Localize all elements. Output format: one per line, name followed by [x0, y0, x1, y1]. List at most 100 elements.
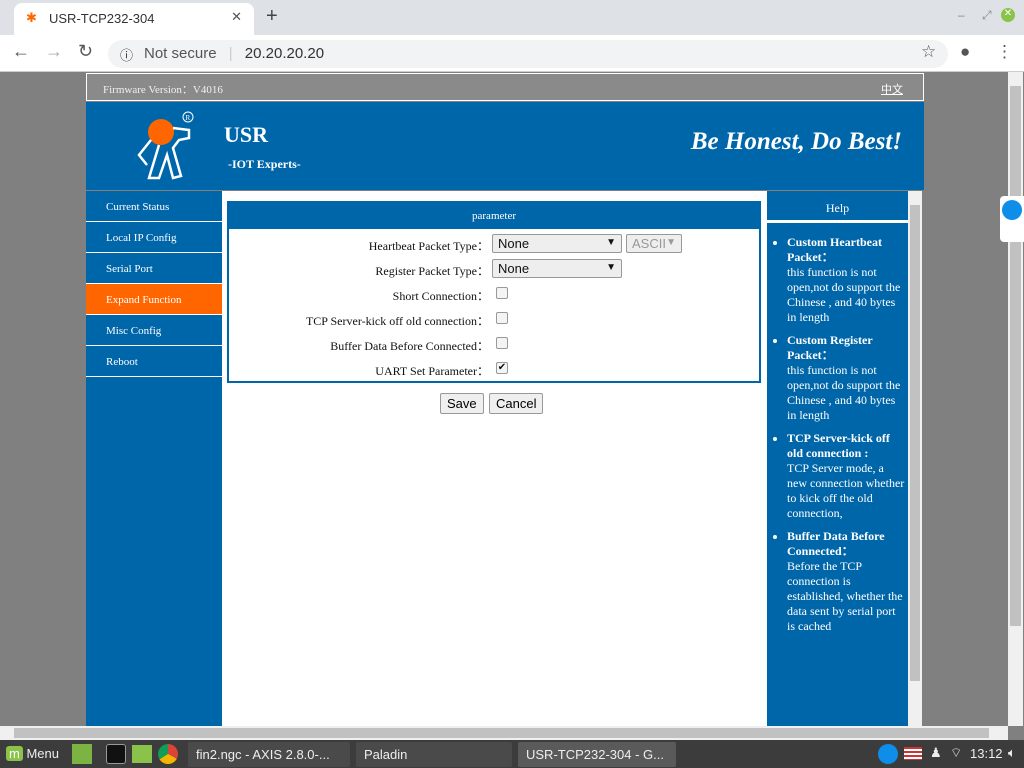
page-vertical-scrollbar[interactable] — [1008, 72, 1023, 726]
svg-text:R: R — [186, 114, 191, 122]
wifi-icon[interactable]: ⌔ — [950, 745, 962, 761]
heartbeat-value: None — [498, 236, 530, 251]
us-flag-icon[interactable] — [904, 747, 922, 760]
sidebar-item-serial-port[interactable]: Serial Port — [86, 253, 222, 284]
main-content: parameter Heartbeat Packet Type： None ▼ A… — [222, 191, 767, 727]
uart-row: UART Set Parameter： ✔ — [229, 358, 759, 380]
header-banner: R USR -IOT Experts- Be Honest, Do Best! — [86, 102, 924, 190]
usr-logo-icon: R — [137, 111, 194, 180]
task-label: USR-TCP232-304 - G... — [526, 747, 664, 762]
heartbeat-format-select[interactable]: ASCII ▼ — [626, 234, 682, 253]
help-scrollbar[interactable] — [908, 191, 922, 727]
help-item-text: this function is not open,not do support… — [787, 363, 901, 422]
security-label: Not secure — [144, 45, 217, 62]
help-panel: Help Custom Heartbeat Packet：this functi… — [767, 191, 908, 727]
url-field[interactable]: ⓘ Not secure | 20.20.20.20 — [108, 40, 948, 68]
help-item-title: Buffer Data Before Connected： — [787, 529, 885, 558]
task-paladin[interactable]: Paladin — [356, 742, 512, 767]
user-icon[interactable]: ♟ — [930, 745, 942, 761]
panel-title: parameter — [229, 203, 759, 229]
url-text: 20.20.20.20 — [244, 45, 325, 62]
help-title: Help — [767, 191, 908, 223]
mint-logo-icon: m — [6, 746, 23, 761]
favicon-icon: ✱ — [26, 10, 37, 25]
chrome-icon[interactable] — [158, 744, 178, 764]
clock[interactable]: 13:12 — [970, 746, 1003, 761]
language-link[interactable]: 中文 — [881, 81, 903, 97]
help-item: Buffer Data Before Connected：Before the … — [787, 529, 906, 634]
sidebar-item-current-status[interactable]: Current Status — [86, 191, 222, 222]
teamviewer-icon[interactable] — [878, 744, 898, 764]
heartbeat-row: Heartbeat Packet Type： None ▼ ASCII ▼ — [229, 233, 759, 255]
brand-tagline: -IOT Experts- — [228, 157, 301, 171]
register-row: Register Packet Type： None ▼ — [229, 258, 759, 280]
help-item-title: Custom Register Packet： — [787, 333, 873, 362]
forward-button[interactable]: → — [45, 41, 63, 62]
menu-button[interactable]: m Menu — [6, 746, 59, 761]
terminal-icon[interactable] — [106, 744, 126, 764]
close-tab-icon[interactable]: ✕ — [231, 9, 242, 25]
close-window-button[interactable]: ✕ — [1001, 8, 1015, 22]
menu-label: Menu — [26, 746, 59, 761]
parameter-panel: parameter Heartbeat Packet Type： None ▼ A… — [227, 201, 761, 383]
minimize-button[interactable]: – — [958, 8, 965, 22]
dropdown-arrow-icon: ▼ — [666, 237, 676, 248]
buffer-row: Buffer Data Before Connected： — [229, 333, 759, 355]
sidebar: Current Status Local IP Config Serial Po… — [86, 191, 222, 727]
dropdown-arrow-icon: ▼ — [606, 262, 616, 273]
sidebar-item-local-ip-config[interactable]: Local IP Config — [86, 222, 222, 253]
back-button[interactable]: ← — [12, 41, 30, 62]
menu-icon[interactable]: ⋮ — [996, 42, 1013, 62]
bookmark-star-icon[interactable]: ☆ — [921, 42, 936, 62]
tab-bar: ✱ USR-TCP232-304 ✕ + – ⤢ ✕ — [0, 0, 1024, 35]
taskbar: m Menu fin2.ngc - AXIS 2.8.0-... Paladin… — [0, 740, 1024, 768]
browser-tab[interactable]: ✱ USR-TCP232-304 ✕ — [14, 3, 254, 35]
help-item: Custom Register Packet：this function is … — [787, 333, 906, 423]
firmware-bar: Firmware Version：V4016 中文 — [86, 73, 924, 101]
info-icon: ⓘ — [120, 48, 134, 63]
short-connection-label: Short Connection： — [392, 289, 489, 303]
help-item: Custom Heartbeat Packet：this function is… — [787, 235, 906, 325]
task-label: fin2.ngc - AXIS 2.8.0-... — [196, 747, 330, 762]
files-icon[interactable] — [132, 745, 152, 763]
reload-button[interactable]: ↻ — [78, 41, 93, 62]
sidebar-item-reboot[interactable]: Reboot — [86, 346, 222, 377]
register-type-select[interactable]: None ▼ — [492, 259, 622, 278]
brand-name: USR — [224, 122, 269, 147]
dropdown-arrow-icon: ▼ — [606, 237, 616, 248]
short-connection-row: Short Connection： — [229, 283, 759, 305]
uart-label: UART Set Parameter： — [375, 364, 489, 378]
buffer-label: Buffer Data Before Connected： — [330, 339, 489, 353]
help-item-text: this function is not open,not do support… — [787, 265, 901, 324]
task-chrome[interactable]: USR-TCP232-304 - G... — [518, 742, 676, 767]
help-item-title: TCP Server-kick off old connection : — [787, 431, 890, 460]
cancel-button[interactable]: Cancel — [489, 393, 544, 414]
task-axis[interactable]: fin2.ngc - AXIS 2.8.0-... — [188, 742, 350, 767]
sidebar-item-expand-function[interactable]: Expand Function — [86, 284, 222, 315]
page-horizontal-scrollbar[interactable] — [0, 726, 1008, 740]
heartbeat-format-value: ASCII — [632, 236, 666, 251]
help-item: TCP Server-kick off old connection :TCP … — [787, 431, 906, 521]
profile-icon[interactable]: ● — [960, 42, 970, 62]
task-label: Paladin — [364, 747, 408, 762]
heartbeat-type-select[interactable]: None ▼ — [492, 234, 622, 253]
register-value: None — [498, 261, 530, 276]
short-connection-checkbox[interactable] — [496, 287, 508, 299]
help-item-text: TCP Server mode, a new connection whethe… — [787, 461, 905, 520]
tab-title: USR-TCP232-304 — [49, 11, 155, 26]
help-item-title: Custom Heartbeat Packet： — [787, 235, 882, 264]
firmware-version: Firmware Version：V4016 — [103, 84, 223, 96]
teamviewer-tab-icon[interactable] — [1000, 196, 1024, 242]
volume-icon[interactable]: 🔈︎ — [1008, 745, 1016, 761]
uart-set-parameter-checkbox[interactable]: ✔ — [496, 362, 508, 374]
heartbeat-label: Heartbeat Packet Type： — [368, 239, 489, 253]
buffer-data-checkbox[interactable] — [496, 337, 508, 349]
save-button[interactable]: Save — [440, 393, 484, 414]
new-tab-button[interactable]: + — [266, 5, 278, 28]
maximize-button[interactable]: ⤢ — [982, 8, 992, 23]
kick-label: TCP Server-kick off old connection： — [305, 314, 489, 328]
show-desktop-icon[interactable] — [72, 744, 92, 764]
help-item-text: Before the TCP connection is established… — [787, 559, 903, 633]
kick-old-connection-checkbox[interactable] — [496, 312, 508, 324]
sidebar-item-misc-config[interactable]: Misc Config — [86, 315, 222, 346]
